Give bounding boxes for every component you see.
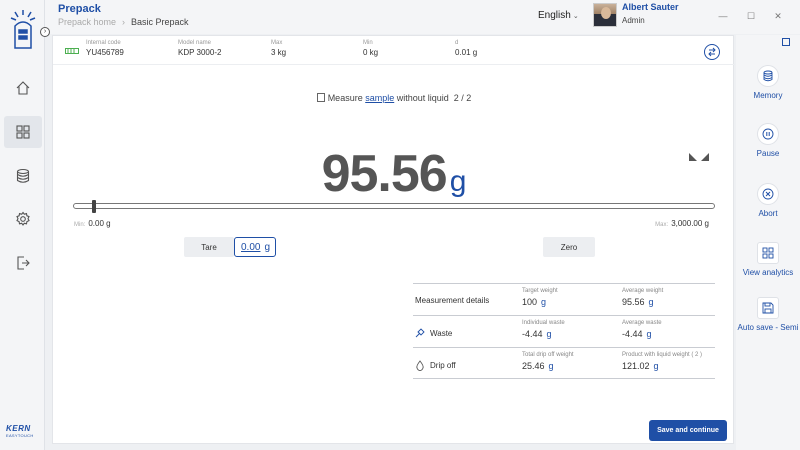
step-highlight: sample xyxy=(365,93,395,103)
view-analytics-action[interactable]: View analytics xyxy=(736,242,800,278)
memory-label: Memory xyxy=(753,91,783,100)
details-row: Drip off Total drip off weight 25.46 g Pr… xyxy=(413,347,715,379)
info-min: Min 0 kg xyxy=(363,40,379,57)
document-icon xyxy=(316,93,325,102)
close-button[interactable]: ✕ xyxy=(771,9,785,23)
pause-button[interactable] xyxy=(757,123,779,145)
scale-info-bar: Internal code YU456789 Model name KDP 3000… xyxy=(53,36,735,65)
stability-icon xyxy=(689,153,709,161)
target-weight: Target weight 100 g xyxy=(522,288,558,307)
weight-range-indicator xyxy=(92,200,97,213)
details-row: Measurement details Target weight 100 g A… xyxy=(413,283,715,315)
nav-logout[interactable] xyxy=(4,247,42,279)
auto-save-action[interactable]: Auto save - Semi xyxy=(736,297,800,333)
scale-app-icon xyxy=(10,10,36,49)
main-panel: Internal code YU456789 Model name KDP 3000… xyxy=(52,35,735,444)
measure-step: Measure sample without liquid 2 / 2 xyxy=(53,93,735,103)
expand-icon[interactable] xyxy=(782,38,790,46)
analytics-icon xyxy=(762,247,774,259)
save-and-continue-button[interactable]: Save and continue xyxy=(649,420,727,441)
language-selector[interactable]: English ⌄ xyxy=(538,10,579,21)
details-row-label: Drip off xyxy=(415,360,456,371)
abort-label: Abort xyxy=(758,209,778,218)
nav-database[interactable] xyxy=(4,160,42,192)
tare-input[interactable]: 0.00 g xyxy=(234,237,276,257)
breadcrumb-home[interactable]: Prepack home xyxy=(58,17,116,27)
range-min: Min: 0.00 g xyxy=(74,219,111,228)
details-row: Waste Individual waste -4.44 g Average wa… xyxy=(413,315,715,347)
left-sidebar: › KERN EASYTOUCH xyxy=(0,0,50,450)
weight-value: 95.56 xyxy=(321,145,448,203)
autosave-icon xyxy=(762,302,774,314)
step-counter: 2 / 2 xyxy=(453,93,472,103)
sidebar-collapse-button[interactable]: › xyxy=(40,27,50,37)
total-drip-off-weight: Total drip off weight 25.46 g xyxy=(522,352,574,371)
language-label: English xyxy=(538,10,571,21)
auto-save-button[interactable] xyxy=(757,297,779,319)
average-weight: Average weight 95.56 g xyxy=(622,288,664,307)
abort-icon xyxy=(762,188,774,200)
range-max: Max: 3,000.00 g xyxy=(655,219,709,228)
info-internal-code: Internal code YU456789 xyxy=(86,40,124,57)
user-name: Albert Sauter xyxy=(622,2,679,12)
logout-icon xyxy=(17,256,30,270)
info-max: Max 3 kg xyxy=(271,40,287,57)
pause-icon xyxy=(762,128,774,140)
header: Prepack Prepack home › Basic Prepack Eng… xyxy=(45,0,800,34)
details-row-label: Measurement details xyxy=(415,296,490,305)
pause-action[interactable]: Pause xyxy=(736,123,800,159)
tare-unit: g xyxy=(264,241,271,253)
app-title: Prepack xyxy=(58,3,101,15)
maximize-button[interactable]: ☐ xyxy=(744,9,758,23)
memory-button[interactable] xyxy=(757,65,779,87)
product-with-liquid-weight: Product with liquid weight ( 2 ) 121.02 g xyxy=(622,352,703,371)
dashboard-icon xyxy=(16,125,30,139)
tare-value: 0.00 xyxy=(241,241,261,253)
switch-scale-button[interactable] xyxy=(704,44,720,60)
drop-icon xyxy=(416,360,424,371)
swap-icon xyxy=(708,47,716,57)
breadcrumb-separator-icon: › xyxy=(122,17,126,27)
info-model-name: Model name KDP 3000-2 xyxy=(178,40,222,57)
user-role: Admin xyxy=(622,16,645,25)
nav-settings[interactable] xyxy=(4,203,42,235)
chevron-down-icon: ⌄ xyxy=(572,12,579,20)
average-waste: Average waste -4.44 g xyxy=(622,320,662,339)
memory-icon xyxy=(763,70,773,82)
abort-action[interactable]: Abort xyxy=(736,183,800,219)
weight-range-bar xyxy=(73,203,715,209)
breadcrumb-current: Basic Prepack xyxy=(131,17,189,27)
weight-display: 95.56 g xyxy=(53,144,735,204)
waste-icon xyxy=(415,328,425,338)
individual-waste: Individual waste -4.44 g xyxy=(522,320,565,339)
avatar[interactable] xyxy=(593,3,617,27)
nav-home[interactable] xyxy=(4,72,42,104)
abort-button[interactable] xyxy=(757,183,779,205)
breadcrumb: Prepack home › Basic Prepack xyxy=(58,17,189,27)
details-row-label: Waste xyxy=(415,328,452,338)
right-action-bar: Memory Pause Abort View analytics Auto s… xyxy=(736,35,800,450)
weight-unit: g xyxy=(449,165,467,198)
database-icon xyxy=(16,168,30,183)
info-readability: d 0.01 g xyxy=(455,40,478,57)
home-icon xyxy=(16,81,30,95)
kern-logo: KERN EASYTOUCH xyxy=(6,424,34,438)
settings-icon xyxy=(16,211,30,226)
tare-button[interactable]: Tare xyxy=(184,237,234,257)
nav-dashboard[interactable] xyxy=(4,116,42,148)
scale-status-icon xyxy=(65,48,79,54)
minimize-button[interactable]: — xyxy=(716,9,730,23)
memory-action[interactable]: Memory xyxy=(736,65,800,101)
view-analytics-button[interactable] xyxy=(757,242,779,264)
pause-label: Pause xyxy=(756,149,780,158)
measurement-details: Measurement details Target weight 100 g A… xyxy=(413,283,715,379)
view-analytics-label: View analytics xyxy=(742,268,794,277)
zero-button[interactable]: Zero xyxy=(543,237,595,257)
auto-save-label: Auto save - Semi xyxy=(737,323,799,332)
